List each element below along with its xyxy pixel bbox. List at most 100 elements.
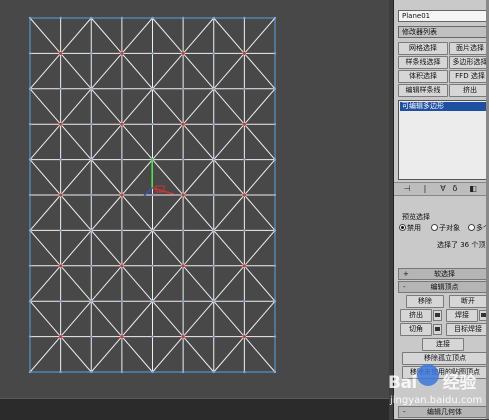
- make-unique-icon[interactable]: ∀: [438, 184, 448, 194]
- mesh-vertex[interactable]: [243, 16, 246, 20]
- spline-select-button[interactable]: 样条线选择: [398, 56, 448, 69]
- weld-button[interactable]: 焊接: [446, 309, 478, 322]
- mesh-vertex[interactable]: [212, 158, 215, 161]
- mesh-vertex[interactable]: [243, 229, 246, 232]
- mesh-vertex[interactable]: [28, 264, 32, 267]
- mesh-vertex[interactable]: [242, 335, 246, 339]
- vol-select-button[interactable]: 体积选择: [398, 70, 448, 83]
- mesh-vertex[interactable]: [59, 264, 63, 268]
- mesh-vertex[interactable]: [181, 264, 185, 268]
- mesh-vertex[interactable]: [212, 87, 215, 91]
- mesh-vertex[interactable]: [28, 16, 32, 20]
- mesh-vertex[interactable]: [151, 370, 154, 374]
- mesh-vertex[interactable]: [120, 229, 124, 232]
- edit-spline-button[interactable]: 编辑样条线: [398, 84, 448, 97]
- mesh-vertex[interactable]: [28, 193, 32, 197]
- mesh-vertex[interactable]: [59, 122, 63, 126]
- mesh-vertex[interactable]: [181, 158, 185, 161]
- mesh-vertex[interactable]: [120, 158, 124, 161]
- mesh-vertex[interactable]: [273, 300, 277, 303]
- mesh-vertex[interactable]: [181, 370, 185, 374]
- mesh-vertex[interactable]: [28, 370, 32, 374]
- target-weld-button[interactable]: 目标焊接: [446, 323, 489, 336]
- mesh-vertex[interactable]: [212, 300, 215, 303]
- mesh-vertex[interactable]: [151, 264, 154, 267]
- mesh-vertex[interactable]: [151, 229, 154, 232]
- mesh-vertex[interactable]: [90, 300, 93, 303]
- mesh-vertex[interactable]: [151, 87, 154, 91]
- mesh-vertex[interactable]: [59, 229, 62, 232]
- mesh-vertex[interactable]: [243, 300, 246, 303]
- pin-stack-icon[interactable]: ⊣: [402, 184, 412, 194]
- mesh-vertex[interactable]: [181, 122, 185, 126]
- mesh-vertex[interactable]: [242, 193, 246, 197]
- mesh-vertex[interactable]: [120, 335, 124, 339]
- poly-select-button[interactable]: 多边形选择: [449, 56, 489, 69]
- mesh-vertex[interactable]: [90, 193, 93, 197]
- mesh-vertex[interactable]: [151, 123, 154, 126]
- remove-modifier-icon[interactable]: δ: [450, 184, 460, 194]
- mesh-vertex[interactable]: [90, 229, 93, 232]
- mesh-vertex[interactable]: [273, 87, 277, 91]
- patch-select-button[interactable]: 面片选择: [449, 42, 489, 55]
- mesh-vertex[interactable]: [151, 193, 154, 197]
- chamfer-settings-button[interactable]: [433, 324, 442, 335]
- extrude-button[interactable]: 挤出: [400, 309, 432, 322]
- mesh-vertex[interactable]: [90, 52, 93, 55]
- modifier-list-dropdown[interactable]: 修改器列表: [398, 26, 487, 38]
- mesh-vertex[interactable]: [212, 52, 215, 55]
- mesh-vertex[interactable]: [90, 123, 93, 126]
- mesh-vertex[interactable]: [242, 51, 246, 56]
- mesh-vertex[interactable]: [273, 193, 277, 197]
- preview-subobject-radio[interactable]: [431, 224, 438, 231]
- mesh-vertex[interactable]: [181, 193, 185, 197]
- mesh-vertex[interactable]: [212, 16, 215, 20]
- mesh-vertex[interactable]: [151, 52, 154, 55]
- mesh-vertex[interactable]: [181, 229, 185, 232]
- mesh-vertex[interactable]: [243, 87, 246, 91]
- mesh-vertex[interactable]: [28, 87, 32, 91]
- mesh-vertex[interactable]: [120, 87, 124, 91]
- preview-multi-radio[interactable]: [468, 224, 475, 231]
- mesh-vertex[interactable]: [120, 300, 124, 303]
- mesh-vertex[interactable]: [90, 264, 93, 267]
- mesh-vertex[interactable]: [151, 300, 154, 303]
- object-name-field[interactable]: Plane01: [398, 10, 487, 22]
- mesh-vertex[interactable]: [59, 335, 63, 339]
- mesh-vertex[interactable]: [90, 87, 93, 91]
- viewport-perspective[interactable]: [0, 0, 389, 419]
- mesh-vertex[interactable]: [212, 123, 215, 126]
- mesh-vertex[interactable]: [243, 158, 246, 161]
- mesh-vertex[interactable]: [59, 158, 62, 161]
- mesh-vertex[interactable]: [28, 123, 32, 126]
- mesh-vertex[interactable]: [28, 158, 32, 161]
- connect-button[interactable]: 连接: [422, 338, 464, 351]
- mesh-vertex[interactable]: [151, 335, 154, 338]
- mesh-vertex[interactable]: [212, 335, 215, 338]
- mesh-vertex[interactable]: [28, 300, 32, 303]
- ffd-select-button[interactable]: FFD 选择: [449, 70, 489, 83]
- mesh-vertex[interactable]: [242, 122, 246, 126]
- mesh-vertex[interactable]: [120, 51, 124, 56]
- mesh-vertex[interactable]: [273, 123, 277, 126]
- mesh-vertex[interactable]: [151, 16, 154, 20]
- remove-button[interactable]: 移除: [406, 295, 444, 308]
- mesh-vertex[interactable]: [120, 193, 124, 197]
- mesh-vertex[interactable]: [90, 16, 93, 20]
- mesh-vertex[interactable]: [181, 16, 185, 20]
- mesh-vertex[interactable]: [243, 370, 246, 374]
- mesh-vertex[interactable]: [273, 52, 277, 55]
- mesh-vertex[interactable]: [273, 370, 277, 374]
- mesh-vertex[interactable]: [59, 370, 62, 374]
- mesh-vertex[interactable]: [242, 264, 246, 268]
- preview-disable-radio[interactable]: [399, 224, 406, 231]
- chamfer-button[interactable]: 切角: [400, 323, 432, 336]
- mesh-vertex[interactable]: [212, 370, 215, 374]
- mesh-vertex[interactable]: [120, 264, 124, 268]
- mesh-select-button[interactable]: 网格选择: [398, 42, 448, 55]
- mesh-vertex[interactable]: [273, 158, 277, 161]
- mesh-vertex[interactable]: [59, 51, 63, 56]
- mesh-vertex[interactable]: [273, 229, 277, 232]
- mesh-vertex[interactable]: [28, 52, 32, 55]
- mesh-vertex[interactable]: [212, 193, 215, 197]
